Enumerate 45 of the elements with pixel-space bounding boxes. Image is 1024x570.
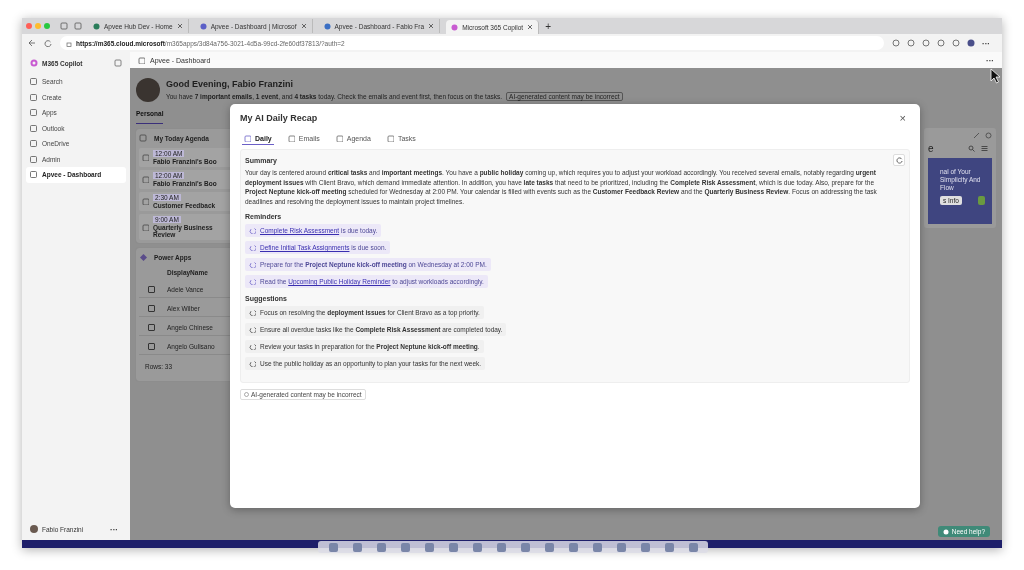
reminder-icon — [249, 244, 256, 251]
refresh-icon — [895, 156, 903, 164]
checkbox[interactable] — [148, 286, 155, 293]
menu-button[interactable]: ··· — [982, 38, 990, 48]
reminder-icon — [249, 261, 256, 268]
suggestion-icon — [249, 360, 256, 367]
greeting: Good Evening, Fabio Franzini — [166, 79, 294, 89]
dialog-title: My AI Daily Recap — [240, 113, 318, 123]
copilot-logo-icon — [30, 59, 38, 67]
refresh-button[interactable] — [893, 154, 905, 166]
suggestion-icon — [249, 343, 256, 350]
power-apps-icon — [139, 253, 148, 262]
site-icon — [199, 22, 207, 30]
site-icon — [451, 23, 459, 31]
settings-icon[interactable] — [985, 132, 992, 139]
site-icon — [323, 22, 331, 30]
menu-icon[interactable] — [981, 145, 988, 152]
more-button[interactable]: ··· — [110, 524, 118, 534]
edit-icon[interactable] — [973, 132, 980, 139]
more-button[interactable]: ··· — [986, 55, 994, 65]
suggestion-icon — [249, 309, 256, 316]
app-letter: e — [928, 143, 934, 154]
back-icon[interactable] — [28, 39, 36, 47]
close-icon[interactable] — [527, 24, 534, 30]
suggestion-icon — [249, 326, 256, 333]
close-icon[interactable] — [176, 23, 183, 29]
checkbox[interactable] — [148, 343, 155, 350]
chat-icon — [942, 528, 949, 535]
lock-icon — [66, 39, 72, 47]
reminder-icon — [249, 278, 256, 285]
reload-icon[interactable] — [44, 39, 52, 47]
checkbox[interactable] — [148, 324, 155, 331]
info-icon — [244, 392, 249, 397]
checkbox[interactable] — [148, 305, 155, 312]
action-button[interactable] — [978, 196, 985, 205]
site-icon — [93, 22, 100, 30]
close-button[interactable]: × — [899, 112, 906, 124]
close-icon[interactable] — [428, 23, 435, 29]
profile-icon[interactable] — [967, 39, 975, 47]
avatar-placeholder — [136, 78, 160, 102]
new-tab-button[interactable]: + — [545, 20, 552, 32]
avatar-icon — [30, 525, 38, 533]
reminder-icon — [249, 227, 256, 234]
close-icon[interactable] — [300, 23, 307, 29]
search-icon[interactable] — [968, 145, 975, 152]
